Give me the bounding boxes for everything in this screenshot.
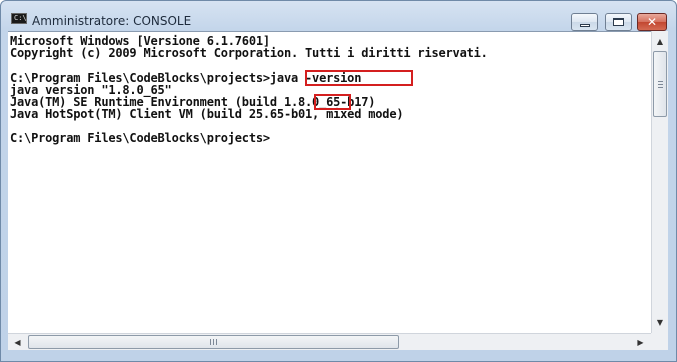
scroll-up-arrow-icon[interactable]: ▲ (652, 33, 668, 50)
scroll-left-arrow-icon[interactable]: ◀ (9, 334, 26, 350)
console-line: Copyright (c) 2009 Microsoft Corporation… (10, 46, 488, 60)
minimize-button[interactable] (571, 13, 598, 31)
scrollbar-corner (651, 333, 668, 350)
horizontal-scroll-thumb[interactable] (28, 335, 399, 349)
grip-line (213, 339, 214, 345)
scroll-down-arrow-icon[interactable]: ▼ (652, 314, 668, 331)
maximize-icon (613, 18, 624, 26)
window-title: Amministratore: CONSOLE (32, 14, 192, 28)
title-bar[interactable]: C:\ Amministratore: CONSOLE ✕ (1, 1, 676, 31)
scroll-right-arrow-icon[interactable]: ▶ (632, 334, 649, 350)
close-button[interactable]: ✕ (637, 13, 667, 31)
grip-line (658, 87, 663, 88)
grip-line (216, 339, 217, 345)
grip-line (210, 339, 211, 345)
console-output[interactable]: Microsoft Windows [Versione 6.1.7601] Co… (8, 31, 651, 334)
console-icon: C:\ (11, 13, 27, 24)
vertical-scroll-thumb[interactable] (653, 51, 667, 117)
close-icon: ✕ (646, 15, 658, 29)
vertical-scrollbar[interactable]: ▲ ▼ (651, 31, 668, 333)
version-highlight-box (314, 94, 351, 110)
grip-line (658, 81, 663, 82)
command-highlight-box (305, 70, 413, 86)
grip-line (658, 84, 663, 85)
minimize-icon (579, 23, 590, 27)
horizontal-scrollbar[interactable]: ◀ ▶ (8, 333, 651, 350)
console-line: C:\Program Files\CodeBlocks\projects> (10, 131, 270, 145)
maximize-button[interactable] (605, 13, 632, 31)
